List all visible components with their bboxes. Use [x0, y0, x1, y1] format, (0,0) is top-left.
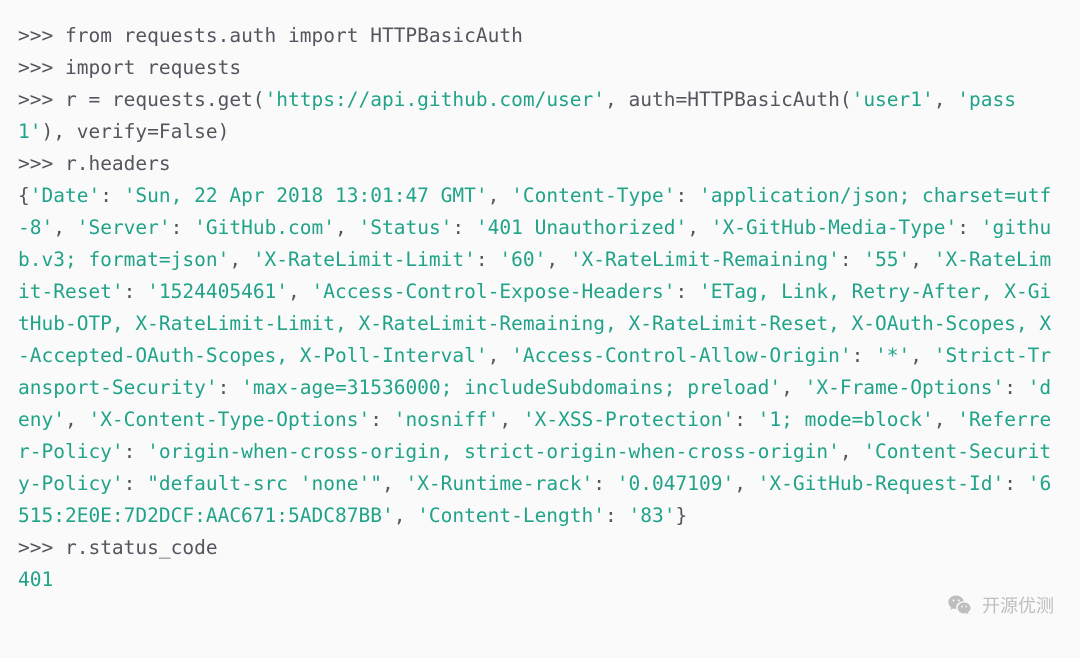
colon: :	[476, 248, 499, 271]
header-key: 'Status'	[359, 216, 453, 239]
header-value: '60'	[499, 248, 546, 271]
colon: :	[675, 280, 698, 303]
header-key: 'X-RateLimit-Limit'	[253, 248, 476, 271]
header-key: 'Content-Type'	[511, 184, 675, 207]
dict-close: }	[675, 504, 687, 527]
code-line: r.status_code	[65, 536, 218, 559]
result-value: 401	[18, 568, 53, 591]
watermark: 开源优测	[946, 590, 1054, 622]
header-value: '401 Unauthorized'	[476, 216, 687, 239]
repl-prompt: >>>	[18, 24, 65, 47]
colon: :	[452, 216, 475, 239]
colon: :	[124, 440, 147, 463]
header-key: 'X-Runtime-rack'	[405, 472, 593, 495]
header-key: 'Content-Length'	[417, 504, 605, 527]
comma: ,	[382, 472, 405, 495]
header-key: 'X-Content-Type-Options'	[88, 408, 370, 431]
repl-prompt: >>>	[18, 88, 65, 111]
colon: :	[957, 216, 980, 239]
colon: :	[100, 184, 123, 207]
comma: ,	[934, 408, 957, 431]
comma: ,	[488, 184, 511, 207]
comma: ,	[53, 216, 76, 239]
header-key: 'Access-Control-Expose-Headers'	[312, 280, 676, 303]
header-key: 'X-GitHub-Media-Type'	[711, 216, 958, 239]
comma: ,	[910, 248, 933, 271]
comma: ,	[65, 408, 88, 431]
repl-prompt: >>>	[18, 536, 65, 559]
colon: :	[218, 376, 241, 399]
header-value: '55'	[863, 248, 910, 271]
code-fragment: ,	[934, 88, 957, 111]
wechat-icon	[946, 592, 974, 620]
header-value: 'Sun, 22 Apr 2018 13:01:47 GMT'	[124, 184, 488, 207]
comma: ,	[546, 248, 569, 271]
code-fragment: r = requests.get(	[65, 88, 265, 111]
comma: ,	[910, 344, 933, 367]
comma: ,	[499, 408, 522, 431]
header-value: 'max-age=31536000; includeSubdomains; pr…	[241, 376, 781, 399]
colon: :	[370, 408, 393, 431]
colon: :	[1004, 472, 1027, 495]
header-key: 'X-XSS-Protection'	[523, 408, 734, 431]
string-literal: 'https://api.github.com/user'	[265, 88, 605, 111]
header-value: '1524405461'	[147, 280, 288, 303]
header-key: 'Server'	[77, 216, 171, 239]
header-key: 'Access-Control-Allow-Origin'	[511, 344, 851, 367]
header-value: '1; mode=block'	[758, 408, 934, 431]
comma: ,	[229, 248, 252, 271]
colon: :	[124, 280, 147, 303]
colon: :	[1004, 376, 1027, 399]
string-literal: 'user1'	[852, 88, 934, 111]
colon: :	[171, 216, 194, 239]
header-value: 'origin-when-cross-origin, strict-origin…	[147, 440, 840, 463]
dict-open: {	[18, 184, 30, 207]
comma: ,	[840, 440, 863, 463]
comma: ,	[394, 504, 417, 527]
comma: ,	[687, 216, 710, 239]
watermark-text: 开源优测	[982, 590, 1054, 622]
header-value: '0.047109'	[617, 472, 734, 495]
colon: :	[605, 504, 628, 527]
colon: :	[676, 184, 699, 207]
header-key: 'X-RateLimit-Remaining'	[570, 248, 840, 271]
code-line: from requests.auth import HTTPBasicAuth	[65, 24, 523, 47]
header-key: 'X-GitHub-Request-Id'	[758, 472, 1005, 495]
comma: ,	[488, 344, 511, 367]
colon: :	[852, 344, 875, 367]
code-fragment: ), verify=False)	[41, 120, 229, 143]
colon: :	[124, 472, 147, 495]
header-value: "default-src 'none'"	[147, 472, 382, 495]
code-line: import requests	[65, 56, 241, 79]
comma: ,	[288, 280, 311, 303]
terminal-output: >>> from requests.auth import HTTPBasicA…	[18, 20, 1062, 596]
header-value: 'nosniff'	[394, 408, 500, 431]
comma: ,	[781, 376, 804, 399]
header-key: 'X-Frame-Options'	[805, 376, 1005, 399]
code-line: r.headers	[65, 152, 171, 175]
colon: :	[593, 472, 616, 495]
colon: :	[840, 248, 863, 271]
header-value: 'GitHub.com'	[194, 216, 335, 239]
colon: :	[734, 408, 757, 431]
comma: ,	[734, 472, 757, 495]
comma: ,	[335, 216, 358, 239]
code-fragment: , auth=HTTPBasicAuth(	[605, 88, 852, 111]
header-value: '*'	[875, 344, 910, 367]
repl-prompt: >>>	[18, 56, 65, 79]
header-value: '83'	[629, 504, 676, 527]
repl-prompt: >>>	[18, 152, 65, 175]
header-key: 'Date'	[30, 184, 100, 207]
